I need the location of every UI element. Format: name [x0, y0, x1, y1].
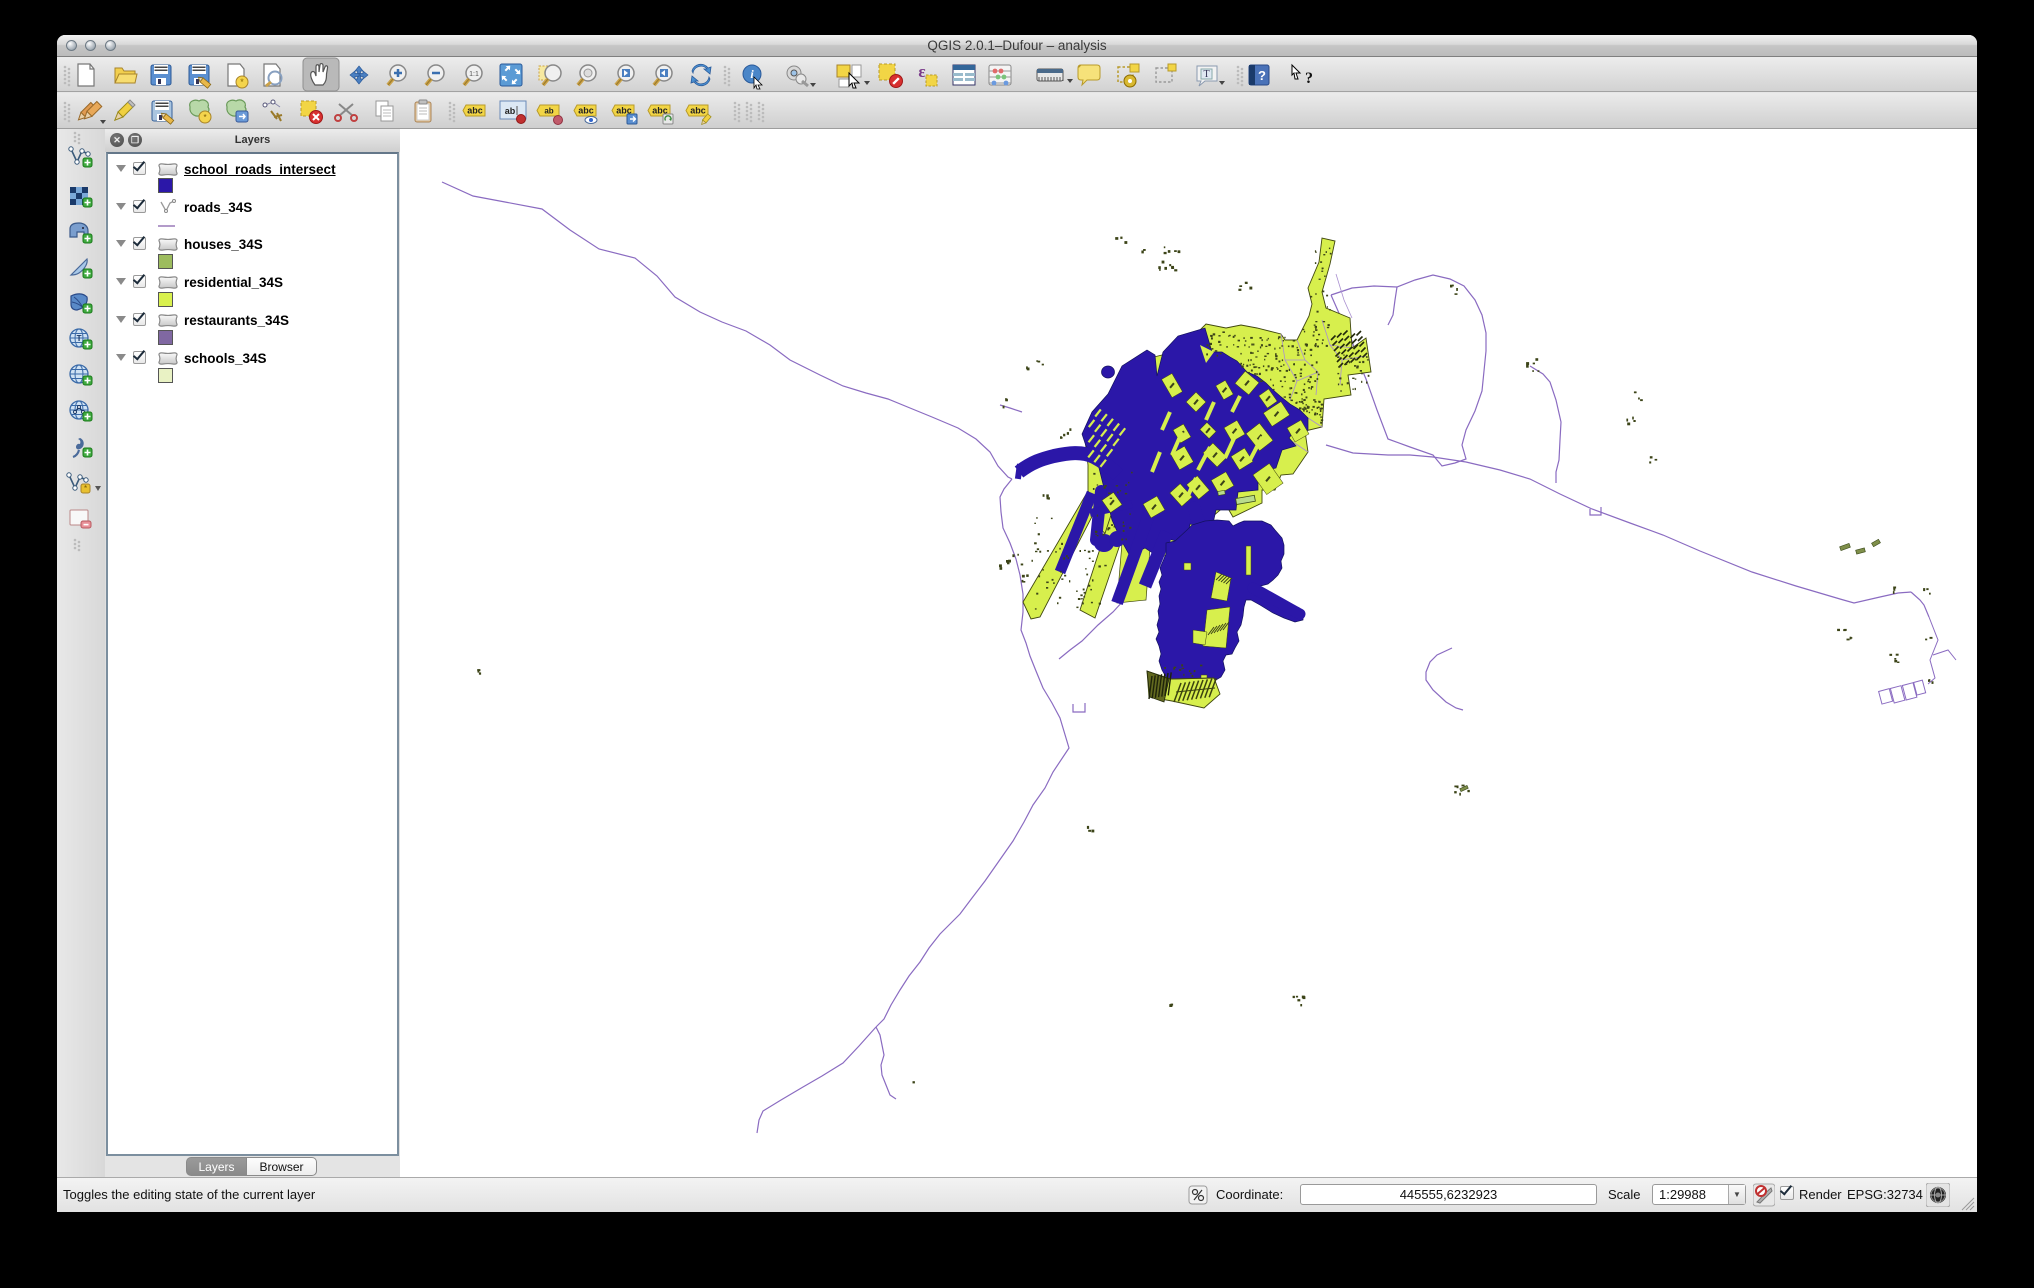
svg-text:ab: ab	[505, 106, 516, 116]
svg-text:T: T	[77, 334, 82, 343]
svg-text:*: *	[203, 113, 206, 122]
svg-text:ab: ab	[544, 107, 553, 116]
svg-text:abc: abc	[690, 106, 706, 116]
svg-text:*: *	[84, 484, 87, 493]
svg-text:abc: abc	[467, 106, 483, 116]
svg-text:ε: ε	[918, 62, 925, 81]
svg-text:abc: abc	[578, 106, 594, 116]
svg-text:?: ?	[1258, 68, 1266, 83]
svg-text:T: T	[1203, 69, 1209, 80]
svg-text:?: ?	[1305, 70, 1313, 87]
svg-text:*: *	[240, 77, 244, 87]
svg-text:1:1: 1:1	[469, 71, 479, 78]
